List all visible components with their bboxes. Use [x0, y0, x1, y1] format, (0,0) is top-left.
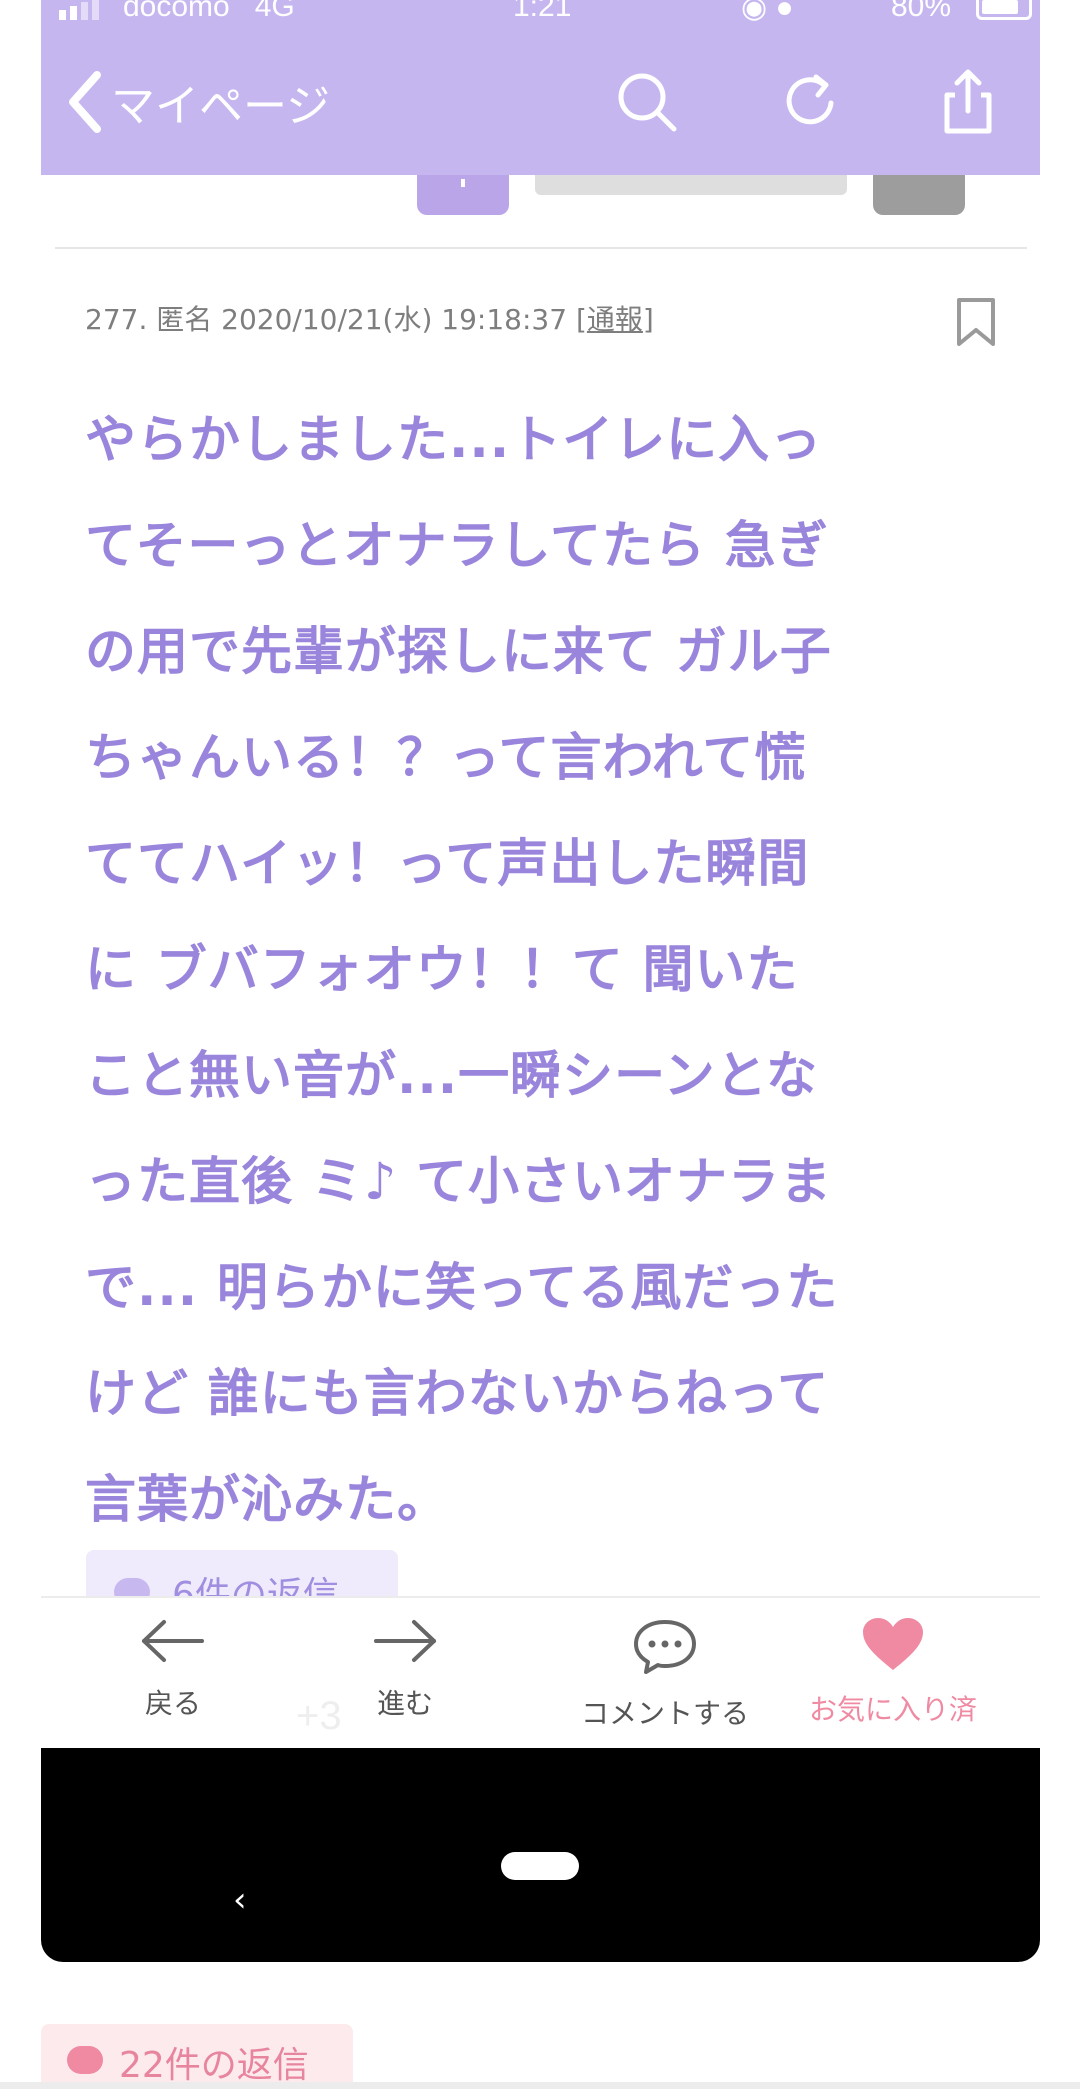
search-icon[interactable]	[612, 67, 682, 137]
forward-button[interactable]: 進む	[305, 1616, 505, 1736]
clock: 1:21	[513, 0, 572, 22]
comment-line: てそーっとオナラしてたら 急ぎ	[85, 517, 829, 576]
forward-label: 進む	[376, 1687, 433, 1720]
post-datetime: 2020/10/21(水) 19:18:37	[221, 303, 568, 336]
back-to-mypage-button[interactable]: マイページ	[65, 62, 330, 142]
signal-icon	[59, 0, 99, 20]
previous-post-buttons	[41, 175, 1040, 215]
divider	[0, 2082, 1080, 2089]
back-button[interactable]: 戻る	[73, 1616, 273, 1736]
comment-line: ちゃんいる！？って言われて慌	[85, 729, 807, 788]
post-number: 277.	[85, 303, 148, 336]
battery-percent: 80%	[891, 0, 952, 22]
speech-bubble-icon	[634, 1620, 696, 1674]
comment-line: に ブバフォオウ！！て 聞いた	[85, 941, 799, 1000]
replies-button[interactable]: 22件の返信	[41, 2024, 353, 2084]
favorite-label: お気に入り済	[808, 1693, 977, 1726]
top-nav-bar: マイページ	[41, 22, 1040, 175]
replies-label: 6件の返信	[172, 1575, 339, 1600]
post-author: 匿名	[156, 303, 213, 336]
comment-line: けど 誰にも言わないからねって	[85, 1365, 830, 1424]
arrow-right-icon	[374, 1620, 436, 1662]
comment-line: った直後 ミ♪ て小さいオナラま	[85, 1153, 833, 1212]
comment-line: ててハイッ！って声出した瞬間	[85, 835, 810, 894]
back-label: マイページ	[111, 81, 331, 132]
comment-line: やらかしました...トイレに入っ	[85, 411, 823, 470]
arrow-left-icon	[142, 1620, 204, 1662]
comment-line: の用で先輩が探しに来て ガル子	[85, 623, 832, 682]
status-bar: docomo 4G 1:21 ◉ ● 80%	[41, 0, 1040, 22]
replies-button[interactable]: 6件の返信	[86, 1550, 398, 1600]
share-icon[interactable]	[933, 67, 1003, 137]
report-link[interactable]: [通報]	[576, 303, 654, 336]
comment-body: やらかしました...トイレに入っ てそーっとオナラしてたら 急ぎ の用で先輩が探…	[85, 388, 1015, 1554]
replies-label: 22件の返信	[119, 2045, 309, 2084]
status-icons: ◉ ●	[741, 0, 794, 22]
speech-bubble-icon	[67, 2046, 103, 2074]
chevron-left-icon	[69, 71, 101, 133]
minus-button[interactable]	[873, 175, 965, 215]
chevron-left-icon[interactable]: ‹	[233, 1880, 247, 1920]
android-nav-bar: ‹	[41, 1748, 1040, 1962]
home-pill[interactable]	[501, 1852, 579, 1880]
post-meta: 277. 匿名 2020/10/21(水) 19:18:37 [通報]	[85, 298, 654, 338]
bookmark-icon[interactable]	[953, 296, 999, 348]
rating-bar	[535, 175, 847, 195]
battery-icon	[976, 0, 1032, 20]
divider	[55, 247, 1027, 249]
comment-line: 言葉が沁みた。	[85, 1471, 450, 1530]
screenshot-frame: docomo 4G 1:21 ◉ ● 80% マイページ 277. 匿名 202…	[41, 0, 1040, 1748]
carrier-label: docomo 4G	[123, 0, 295, 22]
bottom-toolbar: 戻る +3 進む コメントする お気に入り済	[41, 1596, 1040, 1748]
heart-icon	[863, 1618, 923, 1670]
comment-button[interactable]: コメントする	[565, 1616, 765, 1736]
back-label: 戻る	[144, 1687, 201, 1720]
comment-label: コメントする	[580, 1697, 749, 1730]
comment-line: で... 明らかに笑ってる風だった	[85, 1259, 839, 1318]
favorite-button[interactable]: お気に入り済	[793, 1616, 993, 1736]
comment-line: こと無い音が...一瞬シーンとな	[85, 1047, 819, 1106]
plus-button[interactable]	[417, 175, 509, 215]
refresh-icon[interactable]	[776, 67, 846, 137]
